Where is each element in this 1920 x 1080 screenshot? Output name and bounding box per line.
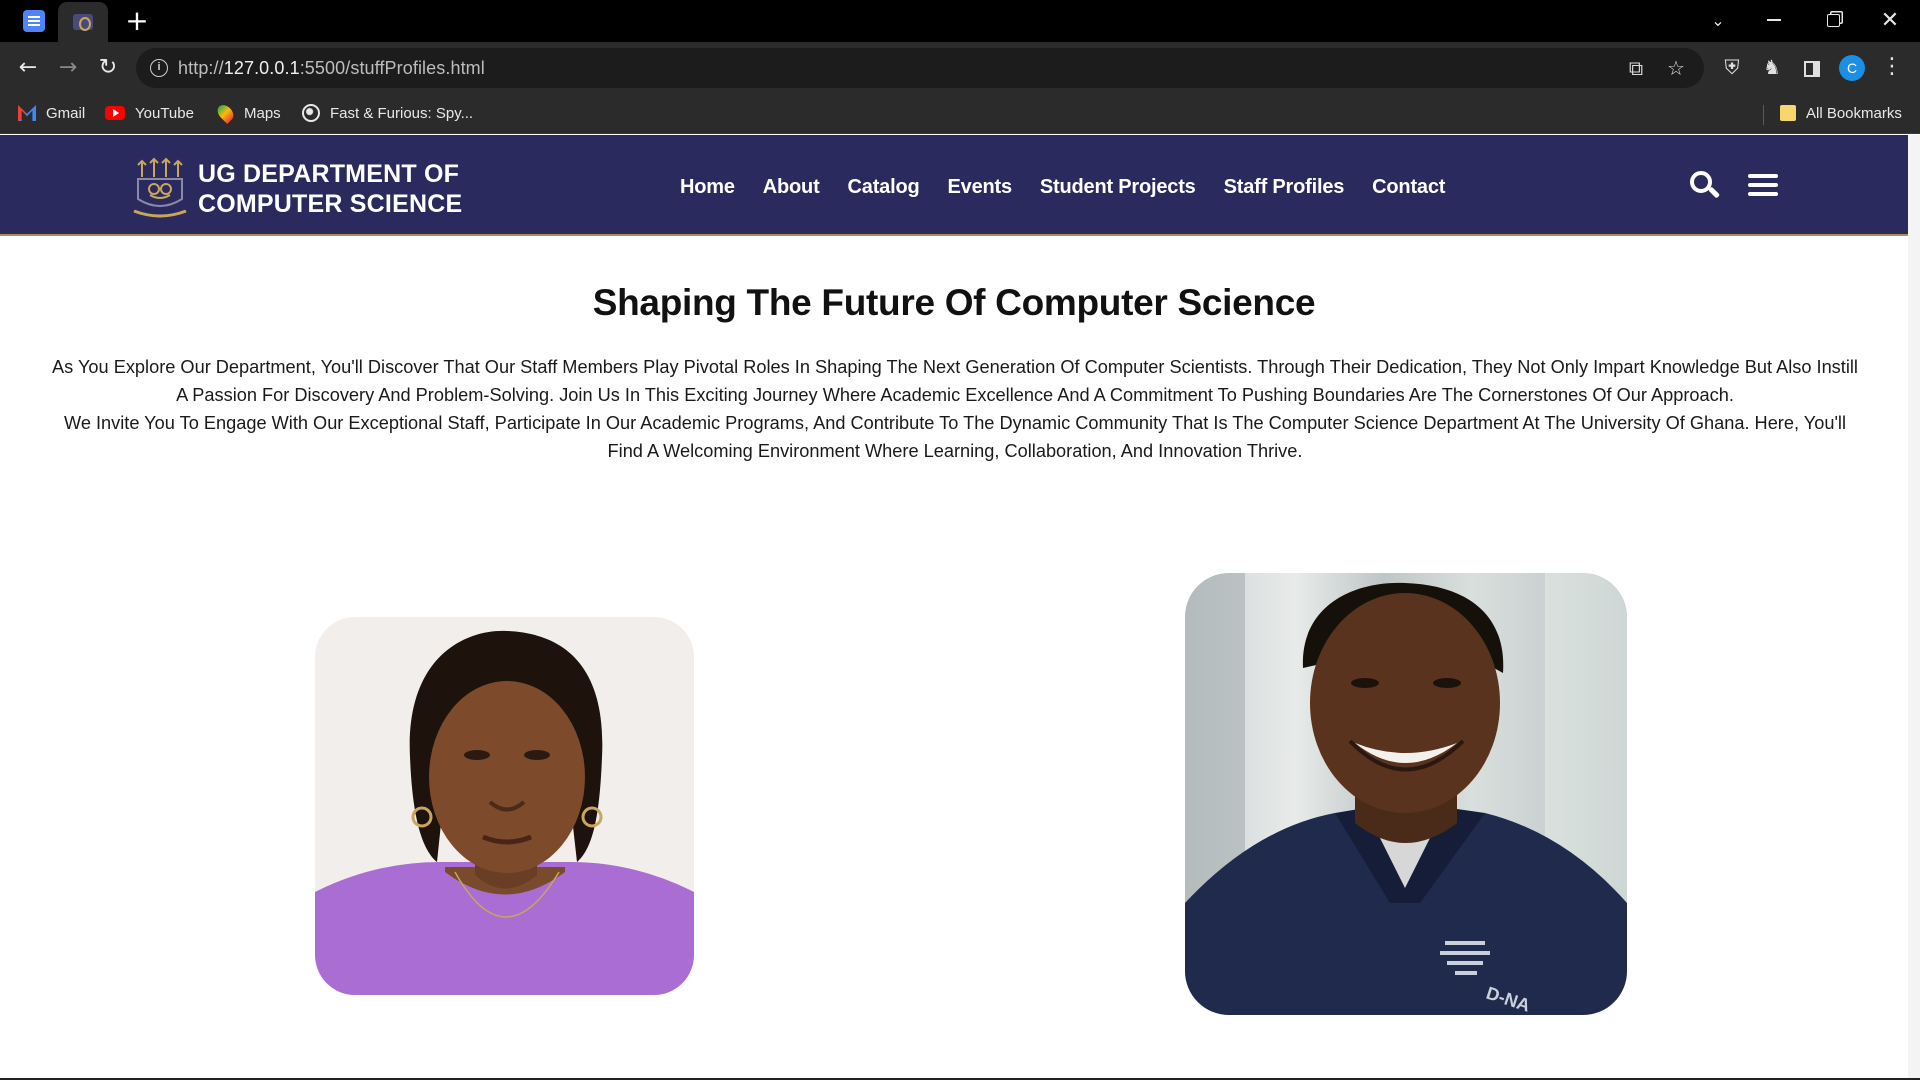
minimize-button[interactable] [1746,0,1802,40]
docs-tab[interactable] [10,6,58,36]
site-favicon-icon [73,14,93,31]
intro-paragraph-2: We Invite You To Engage With Our Excepti… [63,413,1847,461]
nav-catalog[interactable]: Catalog [848,175,920,199]
staff-photo-woman[interactable] [315,617,694,995]
url-text[interactable]: http://127.0.0.1:5500/stuffProfiles.html [178,57,485,79]
nav-home[interactable]: Home [680,175,735,199]
nav-events[interactable]: Events [948,175,1013,199]
active-tab[interactable] [58,2,108,42]
page-title: Shaping The Future Of Computer Science [592,282,1316,323]
reload-icon[interactable]: ↻ [92,52,124,84]
staff-photo-man[interactable]: D-NA [1185,573,1627,1015]
new-tab-button[interactable]: + [122,6,152,36]
shield-extension-icon[interactable]: ⛨ [1717,52,1747,82]
site-info-icon[interactable]: i [150,59,168,77]
bookmark-star-icon[interactable]: ☆ [1664,56,1688,80]
bookmark-youtube[interactable]: YouTube [105,102,194,124]
bookmark-maps[interactable]: Maps [214,102,281,124]
back-arrow-icon[interactable]: ← [12,52,44,84]
page-scrollbar[interactable] [1908,135,1920,1080]
bookmark-gmail[interactable]: Gmail [18,102,85,124]
browser-menu-icon[interactable]: ⋮ [1877,52,1907,82]
bookmarks-bar: Gmail YouTube Maps Fast & Furious: Spy..… [0,92,1920,134]
tab-search-chevron-icon[interactable]: ⌄ [1690,0,1746,40]
all-bookmarks-folder[interactable]: All Bookmarks [1780,102,1902,124]
intro-paragraph-1: As You Explore Our Department, You'll Di… [52,357,1858,405]
forward-arrow-icon[interactable]: → [52,52,84,84]
university-crest-logo[interactable] [132,155,188,219]
close-window-button[interactable]: ✕ [1862,0,1918,40]
hamburger-menu-icon[interactable] [1744,165,1784,205]
globe-icon [302,104,320,122]
nav-contact[interactable]: Contact [1372,175,1445,199]
share-icon[interactable]: ⧉ [1624,56,1648,80]
address-bar[interactable]: i http://127.0.0.1:5500/stuffProfiles.ht… [136,48,1704,88]
extensions-puzzle-icon[interactable]: ♞ [1757,52,1787,82]
nav-staff-profiles[interactable]: Staff Profiles [1224,175,1345,199]
profile-avatar[interactable]: C [1839,55,1865,81]
browser-tab-strip: + ⌄ ✕ [0,0,1920,42]
gmail-icon [18,105,36,121]
side-panel-icon[interactable] [1797,52,1827,82]
site-header: UG DEPARTMENT OF COMPUTER SCIENCE Home A… [0,135,1908,236]
folder-icon [1780,105,1796,121]
restore-button[interactable] [1805,0,1861,40]
google-docs-icon [23,10,45,32]
search-icon[interactable] [1684,165,1724,205]
maps-icon [214,102,237,124]
nav-about[interactable]: About [763,175,820,199]
youtube-icon [105,106,125,120]
bookmarks-separator [1763,105,1764,125]
site-brand-title[interactable]: UG DEPARTMENT OF COMPUTER SCIENCE [198,159,462,219]
main-navigation: Home About Catalog Events Student Projec… [680,175,1473,199]
nav-student-projects[interactable]: Student Projects [1040,175,1196,199]
bookmark-fast-furious[interactable]: Fast & Furious: Spy... [302,102,473,124]
intro-text: As You Explore Our Department, You'll Di… [50,353,1860,465]
